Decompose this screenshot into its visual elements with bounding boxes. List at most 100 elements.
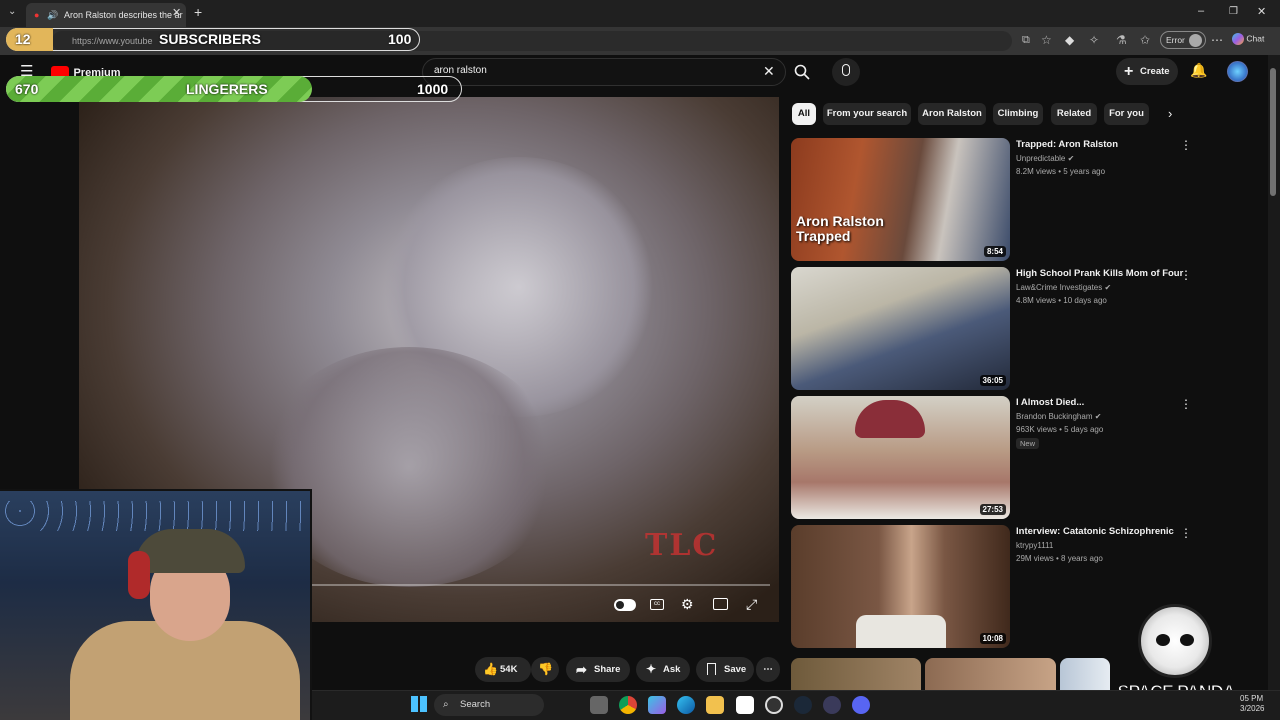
- notifications-bell-icon[interactable]: 🔔: [1190, 62, 1207, 79]
- new-tab-icon[interactable]: +: [194, 4, 202, 20]
- split-screen-icon[interactable]: ⧉: [1022, 34, 1030, 47]
- video-thumbnail[interactable]: Aron Ralston Trapped 8:54: [791, 138, 1010, 261]
- create-button[interactable]: + Create: [1116, 58, 1178, 85]
- voice-search-button[interactable]: [832, 58, 860, 86]
- video-title[interactable]: I Almost Died...: [1016, 397, 1084, 408]
- minimize-icon[interactable]: –: [1198, 5, 1204, 17]
- browser-essentials-icon[interactable]: ⚗: [1116, 33, 1127, 47]
- ask-label: Ask: [663, 664, 681, 675]
- settings-gear-icon[interactable]: ⚙: [681, 596, 694, 613]
- video-menu-icon[interactable]: ⋮: [1180, 526, 1192, 540]
- chip-climbing[interactable]: Climbing: [993, 103, 1043, 125]
- taskbar-search[interactable]: ⌕ Search: [434, 694, 544, 716]
- video-title[interactable]: Interview: Catatonic Schizophrenic: [1016, 526, 1174, 537]
- video-thumbnail[interactable]: 10:08: [791, 525, 1010, 648]
- discord-icon[interactable]: [852, 696, 870, 714]
- channel-name-text: Brandon Buckingham: [1016, 412, 1093, 421]
- elgato-icon[interactable]: [823, 696, 841, 714]
- chip-aron-ralston[interactable]: Aron Ralston: [918, 103, 986, 125]
- tab-audio-icon: ●: [34, 10, 40, 20]
- video-duration: 10:08: [979, 633, 1006, 644]
- more-actions-button[interactable]: ⋯: [756, 657, 780, 682]
- capcut-icon[interactable]: [736, 696, 754, 714]
- video-menu-icon[interactable]: ⋮: [1180, 138, 1192, 152]
- video-duration: 36:05: [979, 375, 1006, 386]
- new-badge: New: [1016, 438, 1040, 449]
- thumbnail-caption: Aron Ralston Trapped: [796, 213, 884, 244]
- more-dots-icon: ⋯: [763, 664, 773, 675]
- system-clock[interactable]: 05 PM 3/2026: [1240, 694, 1264, 714]
- video-meta: 8.2M views • 5 years ago: [1016, 167, 1106, 176]
- autoplay-toggle[interactable]: [614, 599, 636, 611]
- chip-from-your-search[interactable]: From your search: [823, 103, 911, 125]
- windows-start-icon[interactable]: [411, 696, 427, 712]
- video-thumbnail[interactable]: 27:53: [791, 396, 1010, 519]
- chat-label: Chat: [1246, 33, 1265, 44]
- microphone-icon: [842, 64, 850, 76]
- lingerers-label: LINGERERS: [186, 81, 268, 97]
- autoplay-knob: [616, 601, 624, 609]
- video-menu-icon[interactable]: ⋮: [1180, 268, 1192, 282]
- steam-icon[interactable]: [794, 696, 812, 714]
- chips-next-icon[interactable]: ›: [1168, 106, 1172, 121]
- fullscreen-icon[interactable]: ⤢: [746, 596, 757, 613]
- share-button[interactable]: ➦ Share: [566, 657, 630, 682]
- dislike-button[interactable]: 👎: [531, 657, 559, 682]
- channel-name[interactable]: ktrypy1111: [1016, 541, 1053, 550]
- video-thumbnail-partial[interactable]: [925, 658, 1056, 690]
- tab-list-chevron-icon[interactable]: ⌄: [8, 6, 16, 17]
- scrollbar-thumb[interactable]: [1270, 68, 1276, 196]
- chrome-icon[interactable]: [619, 696, 637, 714]
- ask-button[interactable]: ✦ Ask: [636, 657, 690, 682]
- copilot-app-icon[interactable]: [648, 696, 666, 714]
- video-title[interactable]: Trapped: Aron Ralston: [1016, 139, 1118, 150]
- favorite-star-icon[interactable]: ☆: [1041, 33, 1052, 47]
- more-menu-icon[interactable]: ⋯: [1211, 33, 1223, 47]
- active-tab[interactable]: ● 🔊 Aron Ralston describes the ar: [26, 3, 186, 27]
- search-icon: [794, 64, 810, 80]
- save-button[interactable]: Save: [696, 657, 754, 682]
- extension-puzzle-icon[interactable]: ✧: [1089, 33, 1099, 47]
- clear-search-icon[interactable]: ✕: [763, 63, 775, 80]
- profile-error-button[interactable]: Error: [1160, 31, 1206, 49]
- share-label: Share: [594, 664, 621, 675]
- channel-name[interactable]: Brandon Buckingham ✔: [1016, 412, 1101, 421]
- tab-speaker-icon[interactable]: 🔊: [47, 3, 58, 27]
- channel-name[interactable]: Law&Crime Investigates ✔: [1016, 283, 1111, 292]
- tab-close-icon[interactable]: ✕: [172, 6, 181, 19]
- video-title[interactable]: High School Prank Kills Mom of Four: [1016, 268, 1183, 279]
- share-arrow-icon: ➦: [576, 662, 587, 677]
- copilot-chat-button[interactable]: Chat: [1232, 33, 1264, 45]
- chip-related[interactable]: Related: [1051, 103, 1097, 125]
- search-input[interactable]: aron ralston: [434, 65, 487, 76]
- video-progress-track[interactable]: [312, 584, 770, 586]
- account-avatar[interactable]: [1227, 61, 1248, 82]
- extension-diamond-icon[interactable]: ◆: [1065, 33, 1074, 47]
- task-view-icon[interactable]: [590, 696, 608, 714]
- video-thumbnail-partial[interactable]: [791, 658, 921, 690]
- taskbar-search-icon: ⌕: [443, 699, 449, 710]
- tab-title: Aron Ralston describes the ar: [64, 10, 183, 20]
- error-label: Error: [1166, 35, 1185, 45]
- file-explorer-icon[interactable]: [706, 696, 724, 714]
- video-meta: 963K views • 5 days ago: [1016, 425, 1104, 434]
- close-window-icon[interactable]: ✕: [1257, 5, 1266, 18]
- like-button[interactable]: 👍 54K: [475, 657, 531, 682]
- miniplayer-icon[interactable]: [713, 598, 728, 610]
- video-thumbnail-partial[interactable]: [1060, 658, 1110, 690]
- video-thumbnail[interactable]: 36:05: [791, 267, 1010, 390]
- panda-helmet-shape: [1138, 604, 1212, 678]
- chip-all[interactable]: All: [792, 103, 816, 125]
- collections-icon[interactable]: ✩: [1140, 33, 1150, 47]
- channel-name[interactable]: Unpredictable ✔: [1016, 154, 1074, 163]
- channel-name-text: Unpredictable: [1016, 154, 1066, 163]
- search-button[interactable]: [787, 58, 817, 86]
- shirt-shape: [856, 615, 946, 648]
- obs-icon[interactable]: [765, 696, 783, 714]
- captions-icon[interactable]: cc: [650, 599, 664, 610]
- edge-icon[interactable]: [677, 696, 695, 714]
- chip-for-you[interactable]: For you: [1104, 103, 1149, 125]
- maximize-icon[interactable]: ❐: [1229, 6, 1238, 17]
- video-menu-icon[interactable]: ⋮: [1180, 397, 1192, 411]
- beanie-shape: [855, 400, 925, 438]
